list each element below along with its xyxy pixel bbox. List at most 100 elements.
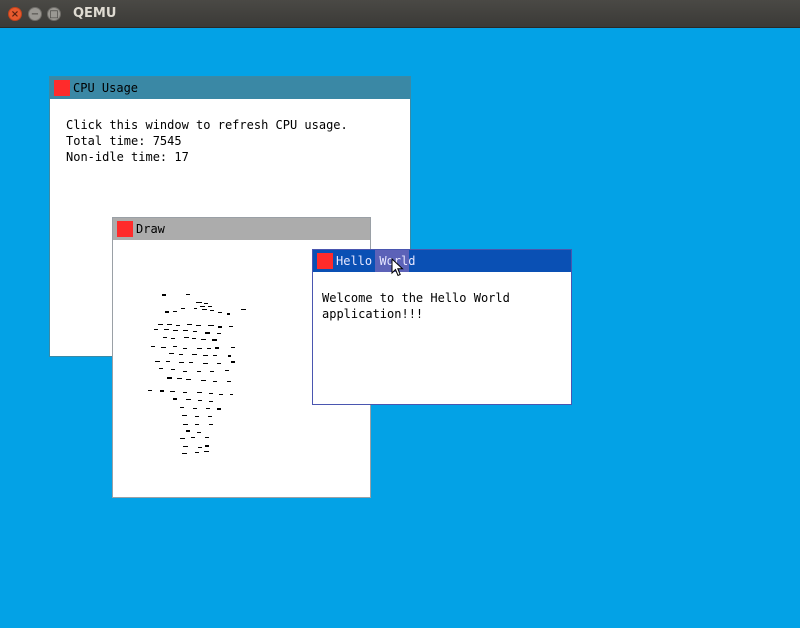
drawn-stroke xyxy=(213,381,217,382)
drawn-stroke xyxy=(166,361,170,362)
drawn-stroke xyxy=(186,294,190,295)
drawn-stroke xyxy=(183,424,188,425)
drawn-stroke xyxy=(176,325,180,326)
hello-world-close-button[interactable] xyxy=(317,253,333,269)
drawn-stroke xyxy=(173,346,177,347)
drawn-stroke xyxy=(198,400,202,401)
drawn-stroke xyxy=(196,302,202,303)
drawn-stroke xyxy=(167,377,172,379)
total-time-label: Total time: 7545 xyxy=(66,134,182,148)
drawn-stroke xyxy=(227,381,231,382)
drawn-stroke xyxy=(205,437,209,438)
drawn-stroke xyxy=(197,371,201,372)
drawn-stroke xyxy=(164,329,169,330)
drawn-stroke xyxy=(148,390,152,391)
drawn-stroke xyxy=(179,354,183,355)
draw-titlebar[interactable]: Draw xyxy=(113,218,370,240)
drawn-stroke xyxy=(186,379,191,380)
drawn-stroke xyxy=(217,408,221,410)
drawn-stroke xyxy=(161,347,166,348)
drawn-stroke xyxy=(209,401,213,402)
drawn-stroke xyxy=(177,378,182,379)
drawn-stroke xyxy=(159,368,163,369)
drawn-stroke xyxy=(209,424,213,425)
drawn-stroke xyxy=(198,447,202,448)
drawn-stroke xyxy=(194,308,197,309)
drawn-stroke xyxy=(195,452,199,453)
drawn-stroke xyxy=(231,347,235,348)
drawn-stroke xyxy=(197,348,202,349)
cpu-usage-titlebar[interactable]: CPU Usage xyxy=(50,77,410,99)
drawn-stroke xyxy=(229,326,233,327)
drawn-stroke xyxy=(230,394,233,395)
hello-world-message-line2: application!!! xyxy=(322,307,424,321)
drawn-stroke xyxy=(195,424,199,425)
drawn-stroke xyxy=(201,339,206,340)
drawn-stroke xyxy=(241,309,246,310)
drawn-stroke xyxy=(184,337,189,338)
non-idle-time-label: Non-idle time: 17 xyxy=(66,150,189,164)
drawn-stroke xyxy=(183,348,187,349)
hello-world-titlebar[interactable]: Hello World xyxy=(313,250,571,272)
hello-world-window[interactable]: Hello World Welcome to the Hello World a… xyxy=(312,249,572,405)
drawn-stroke xyxy=(203,363,208,364)
cpu-usage-close-button[interactable] xyxy=(54,80,70,96)
draw-close-button[interactable] xyxy=(117,221,133,237)
drawn-stroke xyxy=(210,310,214,311)
drawn-stroke xyxy=(173,311,177,312)
drawn-stroke xyxy=(218,326,222,328)
drawn-stroke xyxy=(193,408,197,409)
drawn-stroke xyxy=(217,363,221,364)
drawn-stroke xyxy=(181,308,185,309)
hello-world-message-line1: Welcome to the Hello World xyxy=(322,291,510,305)
drawn-stroke xyxy=(183,446,188,447)
drawn-stroke xyxy=(151,346,155,347)
drawn-stroke xyxy=(180,438,185,439)
drawn-stroke xyxy=(200,306,205,307)
drawn-stroke xyxy=(169,353,174,354)
drawn-stroke xyxy=(204,451,209,452)
host-maximize-button[interactable]: □ xyxy=(47,7,61,21)
maximize-icon: □ xyxy=(49,9,59,20)
drawn-stroke xyxy=(182,415,187,416)
drawn-stroke xyxy=(183,330,188,331)
drawn-stroke xyxy=(195,416,199,417)
drawn-stroke xyxy=(206,408,210,409)
drawn-stroke xyxy=(179,362,184,363)
drawn-stroke xyxy=(196,325,201,326)
drawn-stroke xyxy=(207,348,211,349)
drawn-stroke xyxy=(154,329,158,330)
drawn-stroke xyxy=(160,390,164,392)
drawn-stroke xyxy=(227,313,230,315)
drawn-stroke xyxy=(170,391,175,392)
drawn-stroke xyxy=(231,361,235,363)
drawn-stroke xyxy=(187,324,192,325)
host-minimize-button[interactable]: − xyxy=(28,7,42,21)
hello-world-body[interactable]: Welcome to the Hello World application!!… xyxy=(313,272,571,404)
drawn-stroke xyxy=(155,361,160,362)
drawn-stroke xyxy=(210,371,214,372)
guest-desktop[interactable]: CPU Usage Click this window to refresh C… xyxy=(0,28,800,628)
drawn-stroke xyxy=(183,371,187,372)
host-titlebar: × − □ QEMU xyxy=(0,0,800,28)
drawn-stroke xyxy=(219,394,223,395)
drawn-stroke xyxy=(204,303,208,304)
host-close-button[interactable]: × xyxy=(8,7,22,21)
host-window-title: QEMU xyxy=(73,6,117,21)
minimize-icon: − xyxy=(30,9,40,20)
drawn-stroke xyxy=(217,333,221,334)
drawn-stroke xyxy=(213,355,217,356)
drawn-stroke xyxy=(192,338,196,339)
drawn-stroke xyxy=(208,325,214,326)
drawn-stroke xyxy=(201,380,206,381)
drawn-stroke xyxy=(173,330,178,331)
drawn-stroke xyxy=(167,324,172,325)
drawn-stroke xyxy=(158,324,163,325)
drawn-stroke xyxy=(193,331,197,332)
drawn-stroke xyxy=(180,407,184,408)
drawn-stroke xyxy=(173,398,177,400)
draw-title: Draw xyxy=(136,222,165,236)
drawn-stroke xyxy=(171,369,175,370)
drawn-stroke xyxy=(212,339,217,341)
drawn-stroke xyxy=(208,306,212,307)
